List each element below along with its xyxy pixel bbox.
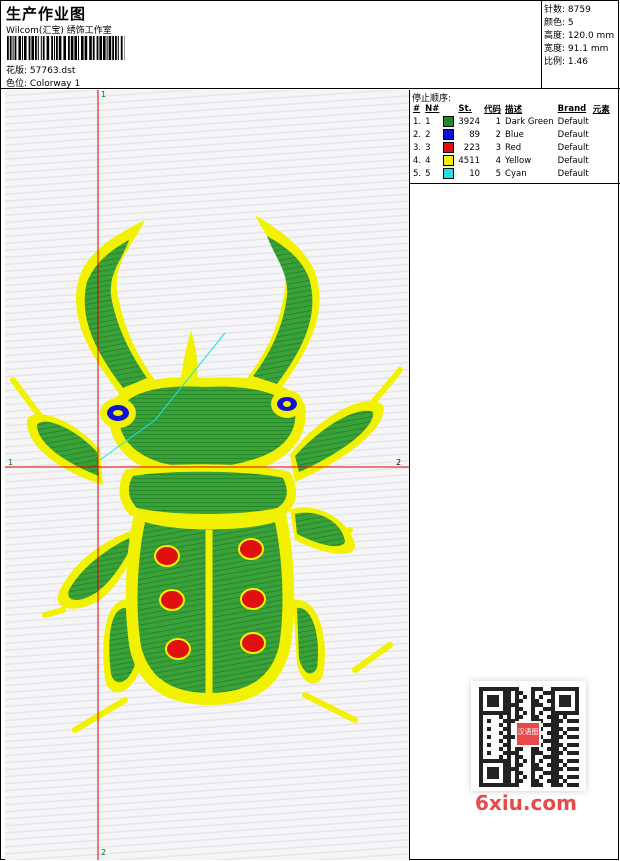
- marker-bottom: 2: [101, 848, 107, 857]
- qr-badge: 汉语图: [515, 721, 541, 747]
- table-row: 5. 5 10 5 Cyan Default: [413, 168, 589, 179]
- design-scale: 比例: 1.46: [544, 57, 588, 67]
- company-name: Wilcom(汇宝) 绣饰工作室: [6, 26, 112, 36]
- col-needle: N#: [425, 103, 440, 114]
- thread-table: # N# St. 代码 描述 Brand 元素 1. 1 3924 1 Dark…: [411, 102, 612, 180]
- col-description: 描述: [505, 104, 523, 115]
- worksheet-title: 生产作业图: [6, 5, 87, 23]
- table-row: 1. 1 3924 1 Dark Green Default: [413, 116, 589, 127]
- design-file-name: 57763.dst: [29, 66, 76, 76]
- col-code: 代码: [484, 104, 502, 115]
- marker-right: 2: [396, 458, 402, 467]
- beetle-head: [100, 377, 306, 480]
- thread-table-header: # N# St. 代码 描述 Brand 元素: [411, 102, 612, 115]
- design-file-row: 花版: 57763.dst: [6, 63, 75, 76]
- design-height: 高度: 120.0 mm: [544, 31, 615, 41]
- col-brand: Brand: [557, 103, 587, 114]
- col-swatch: [441, 102, 456, 115]
- colorway-row: 色位: Colorway 1: [6, 76, 80, 89]
- header-info: 生产作业图 Wilcom(汇宝) 绣饰工作室 花版: 57763.dst 色位:…: [1, 1, 542, 89]
- color-count: 颜色: 5: [544, 18, 574, 28]
- site-watermark[interactable]: 6xiu.com: [475, 791, 577, 815]
- qr-code[interactable]: 汉语图: [471, 681, 586, 791]
- table-row: 3. 3 223 3 Red Default: [413, 142, 589, 153]
- barcode: [7, 36, 125, 60]
- embroidery-preview: 1 2 1 2: [5, 90, 410, 860]
- table-row: 2. 2 89 2 Blue Default: [413, 129, 589, 140]
- color-swatch: [443, 155, 455, 166]
- color-swatch: [443, 142, 455, 153]
- stitch-count: 针数: 8759: [544, 5, 591, 15]
- table-row: 4. 4 4511 4 Yellow Default: [413, 155, 589, 166]
- color-swatch: [443, 116, 455, 127]
- production-worksheet: 生产作业图 Wilcom(汇宝) 绣饰工作室 花版: 57763.dst 色位:…: [0, 0, 620, 860]
- colorway-name: Colorway 1: [29, 79, 81, 89]
- color-swatch: [443, 168, 455, 179]
- marker-top: 1: [101, 90, 107, 99]
- beetle-embroidery: [5, 90, 409, 860]
- beetle-abdomen: [125, 510, 295, 705]
- color-swatch: [443, 129, 455, 140]
- beetle-mandibles: [75, 215, 320, 395]
- col-element: 元素: [592, 104, 610, 115]
- col-stitches: St.: [458, 103, 472, 114]
- stop-sequence-panel: 停止顺序: # N# St. 代码 描述 Brand 元素 1. 1 3924 …: [410, 90, 620, 184]
- marker-left: 1: [8, 458, 14, 467]
- design-stats: 针数: 8759 颜色: 5 高度: 120.0 mm 宽度: 91.1 mm …: [542, 1, 620, 89]
- design-label: 花版:: [6, 66, 28, 76]
- colorway-label: 色位:: [6, 79, 28, 89]
- col-index: #: [413, 103, 421, 114]
- design-width: 宽度: 91.1 mm: [544, 44, 609, 54]
